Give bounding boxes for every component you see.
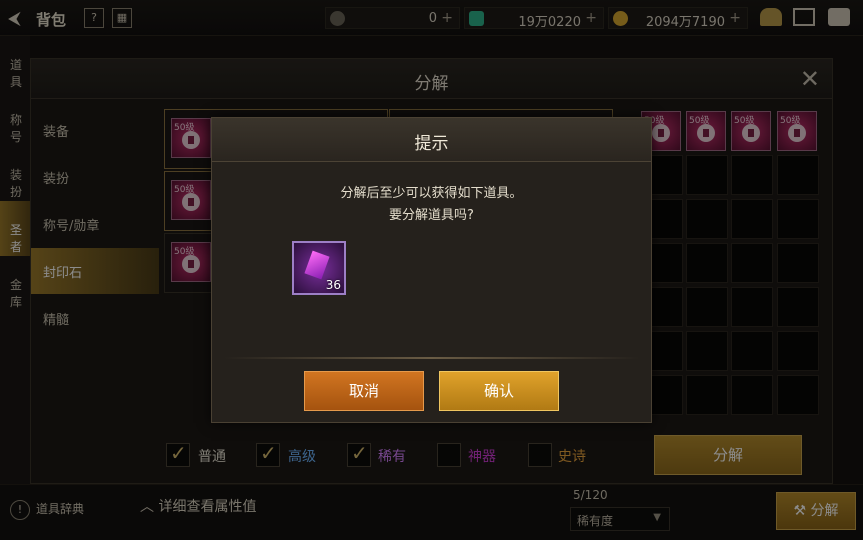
cancel-button[interactable]: 取消 xyxy=(304,371,424,411)
confirm-button[interactable]: 确认 xyxy=(439,371,559,411)
reward-item-quantity: 36 xyxy=(325,278,341,292)
crystal-icon xyxy=(304,250,330,280)
dialog-message-line2: 要分解道具吗? xyxy=(389,208,474,223)
dialog-message-line1: 分解后至少可以获得如下道具。 xyxy=(340,186,523,201)
divider xyxy=(224,357,639,359)
reward-item[interactable]: 36 xyxy=(292,241,346,295)
dialog-header: 提示 xyxy=(212,118,651,162)
confirm-dialog: 提示 分解后至少可以获得如下道具。 要分解道具吗? 36 取消 确认 xyxy=(211,117,652,423)
dialog-title: 提示 xyxy=(414,134,449,154)
